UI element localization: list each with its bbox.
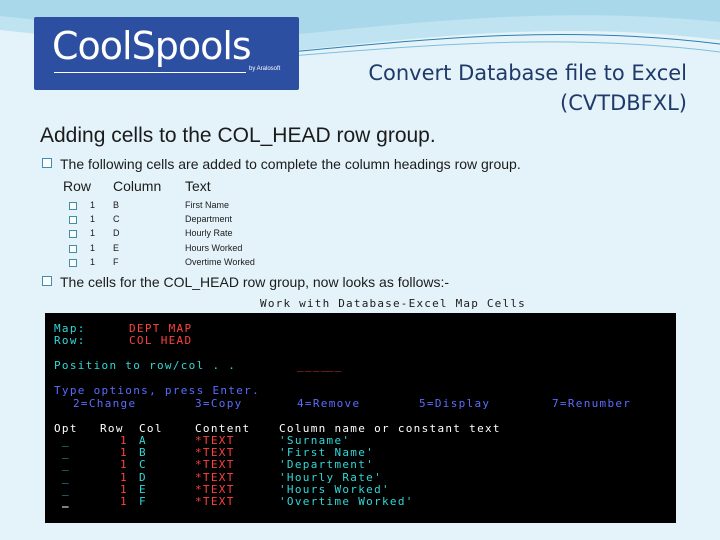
option-renumber: 7=Renumber — [552, 397, 632, 410]
checkbox-bullet-icon — [69, 216, 77, 224]
cell-row-number: 1 — [90, 228, 96, 238]
cell-row-number: 1 — [90, 257, 96, 267]
column-letter: C — [139, 458, 147, 471]
cell-row-number: 1 — [90, 200, 96, 210]
checkbox-bullet-icon — [42, 276, 52, 286]
logo-tagline: by Aralosoft — [249, 66, 281, 72]
coolspools-logo: CoolSpools by Aralosoft — [34, 17, 299, 90]
title-line-2: (CVTDBFXL) — [560, 91, 687, 115]
slide-heading: Adding cells to the COL_HEAD row group. — [40, 124, 436, 147]
intro-text: The following cells are added to complet… — [60, 156, 521, 172]
col-header-row: Row — [63, 178, 92, 194]
option-input[interactable]: _ — [62, 495, 70, 508]
position-row-input[interactable]: ____ — [297, 359, 329, 372]
row-label: Row: — [54, 334, 86, 347]
option-change: 2=Change — [73, 397, 137, 410]
cell-text: Hourly Rate — [185, 228, 233, 238]
option-display: 5=Display — [419, 397, 491, 410]
col-header-column: Column — [113, 178, 162, 194]
checkbox-bullet-icon — [69, 230, 77, 238]
type-options-instructions: Type options, press Enter. — [54, 384, 260, 397]
checkbox-bullet-icon — [69, 245, 77, 253]
terminal-screen: Map: DEPT MAP Row: COL HEAD Position to … — [45, 313, 676, 523]
position-to-label: Position to row/col . . — [54, 359, 237, 372]
title-line-1: Convert Database file to Excel — [368, 61, 687, 85]
logo-text: CoolSpools — [52, 24, 252, 68]
option-input[interactable]: _ — [62, 458, 70, 471]
cell-column: C — [113, 214, 120, 224]
intro-bullet: The following cells are added to complet… — [42, 156, 521, 172]
option-remove: 4=Remove — [297, 397, 361, 410]
slide-title: Convert Database file to Excel (CVTDBFXL… — [368, 58, 687, 118]
constant-text: 'Overtime Worked' — [279, 495, 414, 508]
position-col-input[interactable]: __ — [327, 359, 343, 372]
checkbox-bullet-icon — [69, 202, 77, 210]
cell-column: F — [113, 257, 119, 267]
cell-text: First Name — [185, 200, 230, 210]
column-letter: F — [139, 495, 147, 508]
cell-row-number: 1 — [90, 214, 96, 224]
cell-text: Department — [185, 214, 233, 224]
row-number: 1 — [120, 458, 128, 471]
constant-text: 'Department' — [279, 458, 375, 471]
cell-column: D — [113, 228, 120, 238]
followup-text: The cells for the COL_HEAD row group, no… — [60, 274, 450, 290]
cell-column: B — [113, 200, 120, 210]
content-type: *TEXT — [195, 458, 235, 471]
col-header-text: Text — [185, 178, 211, 194]
checkbox-bullet-icon — [69, 259, 77, 267]
followup-bullet: The cells for the COL_HEAD row group, no… — [42, 274, 449, 290]
row-number: 1 — [120, 495, 128, 508]
checkbox-bullet-icon — [42, 158, 52, 168]
terminal-screen-title: Work with Database-Excel Map Cells — [260, 297, 526, 310]
cell-text: Overtime Worked — [185, 257, 255, 267]
cell-column: E — [113, 243, 120, 253]
cell-text: Hours Worked — [185, 243, 243, 253]
row-value: COL HEAD — [129, 334, 193, 347]
option-copy: 3=Copy — [195, 397, 243, 410]
content-type: *TEXT — [195, 495, 235, 508]
cell-row-number: 1 — [90, 243, 96, 253]
logo-underline — [54, 72, 246, 73]
